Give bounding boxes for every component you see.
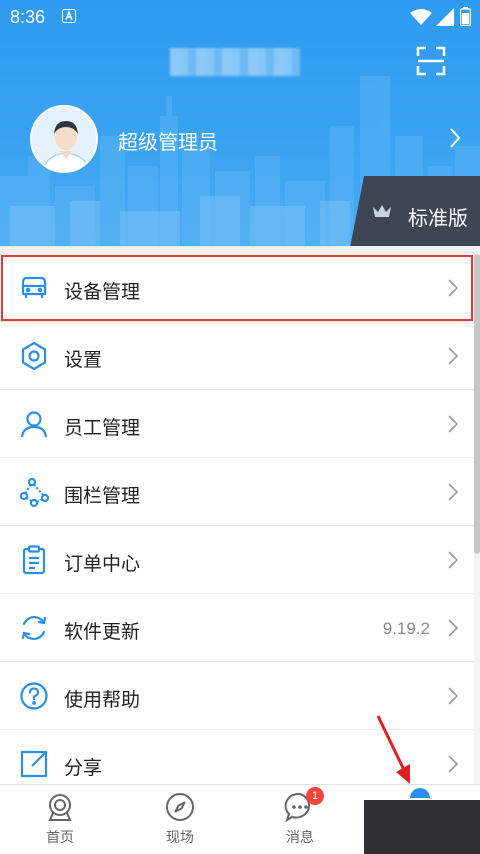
nav-label: 首页 (46, 830, 74, 846)
menu-item-label: 设备管理 (64, 281, 141, 303)
scan-icon[interactable] (416, 46, 446, 76)
crown-icon (373, 205, 391, 217)
menu-item-label: 软件更新 (64, 621, 141, 643)
app-version: 9.19.2 (382, 619, 430, 638)
nav-label: 消息 (286, 830, 314, 846)
chevron-right-icon (448, 483, 458, 501)
battery-icon (460, 7, 471, 26)
menu-item-label: 分享 (64, 757, 103, 779)
menu-item-label: 订单中心 (64, 553, 141, 575)
menu-item-label: 设置 (64, 349, 103, 371)
menu-item-fence-management[interactable]: 围栏管理 (0, 458, 474, 526)
menu-item-label: 围栏管理 (64, 485, 141, 507)
menu-item-label: 员工管理 (64, 417, 141, 439)
user-avatar-icon (32, 107, 96, 171)
clipboard-icon (22, 545, 46, 575)
menu-item-order-center[interactable]: 订单中心 (0, 526, 474, 594)
gear-icon (21, 341, 47, 371)
obscured-corner (364, 800, 480, 854)
annotation-arrow (376, 715, 410, 784)
compass-icon (166, 793, 194, 821)
chevron-right-icon (448, 347, 458, 365)
edition-label: 标准版 (408, 206, 468, 230)
chevron-right-icon (448, 279, 458, 297)
home-icon (48, 794, 72, 821)
unread-badge: 1 (306, 787, 324, 805)
person-icon (20, 411, 48, 438)
menu-item-label: 使用帮助 (64, 689, 141, 711)
scrollbar[interactable] (474, 254, 480, 554)
notification-app-icon (62, 9, 76, 23)
menu-item-settings[interactable]: 设置 (0, 322, 474, 390)
nav-messages[interactable]: 1 消息 (240, 785, 360, 854)
nav-home[interactable]: 首页 (0, 785, 120, 854)
nav-site[interactable]: 现场 (120, 785, 240, 854)
status-time: 8:36 (10, 7, 46, 27)
menu-item-software-update[interactable]: 软件更新 9.19.2 (0, 594, 474, 662)
status-bar: 8:36 (0, 0, 480, 34)
chevron-right-icon (448, 755, 458, 773)
geofence-icon (19, 477, 50, 508)
chevron-right-icon (448, 687, 458, 705)
username: 超级管理员 (118, 130, 218, 154)
device-icon (21, 276, 47, 298)
refresh-icon (21, 615, 47, 641)
signal-icon (436, 8, 454, 26)
menu-item-staff-management[interactable]: 员工管理 (0, 390, 474, 458)
nav-label: 现场 (166, 830, 194, 846)
chevron-right-icon (448, 551, 458, 569)
chevron-right-icon (450, 128, 461, 148)
blurred-title (170, 48, 300, 76)
profile-header: 8:36 超级管理员 标准版 (0, 0, 480, 246)
share-icon (20, 750, 48, 778)
help-icon (20, 682, 48, 710)
profile-row[interactable]: 超级管理员 (30, 105, 470, 175)
wifi-icon (410, 9, 432, 25)
chevron-right-icon (448, 415, 458, 433)
avatar[interactable] (30, 105, 98, 173)
chevron-right-icon (448, 619, 458, 637)
menu-item-device-management[interactable]: 设备管理 (0, 254, 474, 322)
